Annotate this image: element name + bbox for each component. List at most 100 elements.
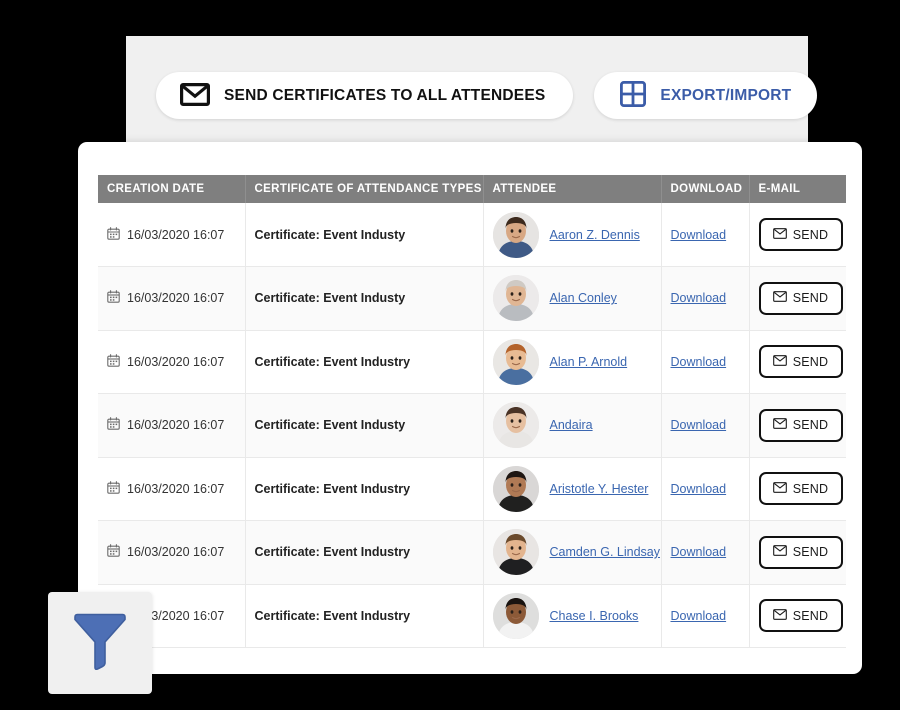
certificate-type-text: Certificate: Event Industry: [254, 481, 411, 496]
table-body: 16/03/2020 16:07 Certificate: Event Indus…: [98, 203, 846, 648]
cell-certificate-type: Certificate: Event Industy: [245, 203, 484, 267]
certificate-type-text: Certificate: Event Industy: [254, 418, 406, 433]
cell-download: Download: [661, 266, 750, 331]
cell-email: SEND: [749, 584, 846, 648]
certificate-type-text: Certificate: Event Industy: [254, 291, 406, 306]
avatar: [492, 211, 539, 258]
attendee-link[interactable]: Alan P. Arnold: [550, 355, 628, 369]
cell-creation-date: 16/03/2020 16:07: [98, 203, 246, 267]
certificate-type-text: Certificate: Event Industy: [254, 227, 406, 242]
send-button-label: SEND: [792, 354, 829, 369]
send-button[interactable]: SEND: [758, 345, 843, 379]
send-button[interactable]: SEND: [758, 472, 843, 506]
cell-download: Download: [661, 584, 750, 648]
cell-download: Download: [661, 457, 750, 521]
cell-certificate-type: Certificate: Event Industry: [245, 330, 484, 394]
attendee-link[interactable]: Aaron Z. Dennis: [550, 228, 640, 242]
certificates-table-card: CREATION DATE CERTIFICATE OF ATTENDANCE …: [78, 142, 862, 674]
send-button-label: SEND: [792, 227, 829, 242]
envelope-icon: [772, 291, 787, 305]
cell-email: SEND: [749, 393, 846, 458]
send-button[interactable]: SEND: [758, 408, 843, 442]
cell-attendee: Andaira: [483, 393, 662, 458]
send-certificates-to-all-attendees-button[interactable]: SEND CERTIFICATES TO ALL ATTENDEES: [156, 72, 574, 119]
send-button-label: SEND: [792, 481, 829, 496]
send-button[interactable]: SEND: [758, 535, 843, 569]
send-button-label: SEND: [792, 291, 829, 306]
funnel-icon: [72, 612, 128, 675]
avatar: [492, 402, 539, 449]
attendee-link[interactable]: Camden G. Lindsay: [550, 545, 660, 559]
creation-date-text: 16/03/2020 16:07: [127, 291, 225, 306]
calendar-icon: [107, 290, 120, 306]
envelope-icon: [772, 481, 787, 496]
table-row: 16/03/2020 16:07 Certificate: Event Indus…: [98, 203, 846, 267]
export-import-label: EXPORT/IMPORT: [660, 86, 792, 104]
creation-date-text: 16/03/2020 16:07: [127, 545, 225, 560]
table-row: 16/03/2020 16:07 Certificate: Event Indus…: [98, 584, 846, 648]
send-button[interactable]: SEND: [758, 218, 843, 251]
download-link[interactable]: Download: [671, 355, 727, 369]
envelope-icon: [772, 418, 787, 432]
cell-email: SEND: [749, 330, 846, 394]
cell-creation-date: 16/03/2020 16:07: [98, 520, 246, 585]
cell-attendee: Aristotle Y. Hester: [483, 457, 662, 521]
screenshot-root: SEND CERTIFICATES TO ALL ATTENDEES EXPOR…: [0, 0, 900, 710]
cell-email: SEND: [749, 457, 846, 521]
table-row: 16/03/2020 16:07 Certificate: Event Indus…: [98, 393, 846, 458]
avatar: [492, 529, 539, 576]
table-row: 16/03/2020 16:07 Certificate: Event Indus…: [98, 520, 846, 585]
cell-attendee: Alan P. Arnold: [483, 330, 662, 394]
table-scroll-area: CREATION DATE CERTIFICATE OF ATTENDANCE …: [98, 175, 846, 648]
table-header-row: CREATION DATE CERTIFICATE OF ATTENDANCE …: [98, 175, 846, 203]
attendee-link[interactable]: Aristotle Y. Hester: [550, 482, 649, 496]
cell-creation-date: 16/03/2020 16:07: [98, 266, 246, 331]
calendar-icon: [107, 544, 120, 560]
cell-download: Download: [661, 520, 750, 585]
creation-date-text: 16/03/2020 16:07: [127, 418, 225, 433]
download-link[interactable]: Download: [671, 545, 727, 559]
send-certificates-label: SEND CERTIFICATES TO ALL ATTENDEES: [224, 86, 546, 104]
cell-attendee: Alan Conley: [483, 266, 662, 331]
creation-date-text: 16/03/2020 16:07: [127, 227, 225, 242]
attendee-link[interactable]: Chase I. Brooks: [550, 609, 639, 623]
creation-date-text: 16/03/2020 16:07: [127, 481, 225, 496]
send-button[interactable]: SEND: [758, 599, 843, 633]
download-link[interactable]: Download: [671, 482, 727, 496]
cell-creation-date: 16/03/2020 16:07: [98, 457, 246, 521]
send-button-label: SEND: [792, 545, 829, 560]
column-header-email[interactable]: E-MAIL: [749, 175, 846, 203]
column-header-download[interactable]: DOWNLOAD: [661, 175, 750, 203]
cell-attendee: Aaron Z. Dennis: [483, 203, 662, 267]
filter-button[interactable]: [48, 592, 152, 694]
cell-email: SEND: [749, 520, 846, 585]
send-button-label: SEND: [792, 608, 829, 623]
send-button[interactable]: SEND: [758, 281, 843, 315]
download-link[interactable]: Download: [671, 609, 727, 623]
download-link[interactable]: Download: [671, 291, 727, 305]
calendar-icon: [107, 480, 120, 497]
cell-download: Download: [661, 203, 750, 267]
avatar: [492, 275, 539, 322]
certificate-type-text: Certificate: Event Industry: [254, 545, 411, 560]
send-button-label: SEND: [792, 418, 829, 433]
table-row: 16/03/2020 16:07 Certificate: Event Indus…: [98, 330, 846, 394]
column-header-attendee[interactable]: ATTENDEE: [483, 175, 662, 203]
attendee-link[interactable]: Andaira: [550, 418, 593, 432]
export-import-button[interactable]: EXPORT/IMPORT: [594, 72, 818, 119]
avatar: [492, 338, 539, 385]
table-row: 16/03/2020 16:07 Certificate: Event Indus…: [98, 266, 846, 331]
download-link[interactable]: Download: [671, 228, 727, 242]
column-header-certificate-types[interactable]: CERTIFICATE OF ATTENDANCE TYPES: [245, 175, 484, 203]
certificate-type-text: Certificate: Event Industry: [254, 354, 411, 369]
envelope-icon: [772, 354, 787, 369]
envelope-icon: [180, 82, 210, 109]
cell-creation-date: 16/03/2020 16:07: [98, 393, 246, 458]
avatar: [492, 465, 539, 512]
download-link[interactable]: Download: [671, 418, 727, 432]
avatar: [492, 592, 539, 639]
attendee-link[interactable]: Alan Conley: [550, 291, 617, 305]
column-header-creation-date[interactable]: CREATION DATE: [98, 175, 246, 203]
cell-certificate-type: Certificate: Event Industry: [245, 584, 484, 648]
cell-certificate-type: Certificate: Event Industy: [245, 393, 484, 458]
